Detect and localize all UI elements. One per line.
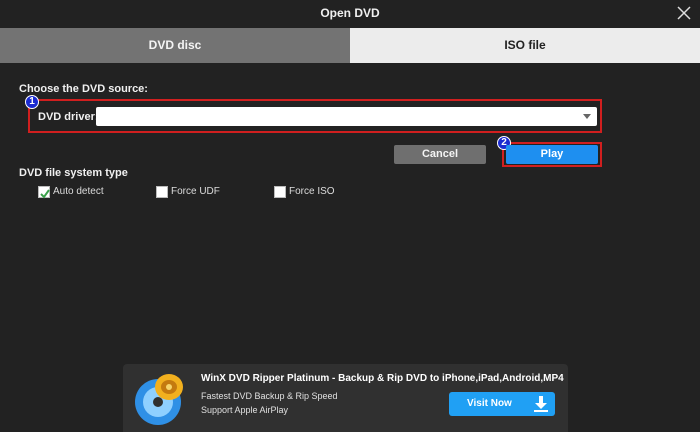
force-udf-checkbox[interactable] bbox=[156, 186, 168, 198]
cancel-button[interactable]: Cancel bbox=[394, 145, 486, 164]
promo-banner[interactable]: WinX DVD Ripper Platinum - Backup & Rip … bbox=[123, 364, 568, 432]
auto-detect-label: Auto detect bbox=[53, 186, 104, 197]
choose-source-heading: Choose the DVD source: bbox=[19, 83, 148, 95]
source-tabs: DVD disc ISO file bbox=[0, 28, 700, 63]
promo-title: WinX DVD Ripper Platinum - Backup & Rip … bbox=[201, 373, 564, 384]
force-iso-checkbox[interactable] bbox=[274, 186, 286, 198]
dvd-ripper-logo-icon bbox=[135, 374, 183, 425]
visit-now-label: Visit Now bbox=[467, 398, 512, 409]
step-1-badge: 1 bbox=[25, 95, 39, 109]
close-icon[interactable] bbox=[676, 5, 692, 21]
tab-iso-file[interactable]: ISO file bbox=[350, 28, 700, 63]
promo-line-2: Support Apple AirPlay bbox=[201, 405, 289, 415]
checkmark-icon bbox=[40, 189, 50, 199]
promo-line-1: Fastest DVD Backup & Rip Speed bbox=[201, 391, 338, 401]
download-icon bbox=[534, 396, 548, 412]
tab-dvd-disc[interactable]: DVD disc bbox=[0, 28, 350, 63]
force-iso-label: Force ISO bbox=[289, 186, 335, 197]
window-title: Open DVD bbox=[320, 6, 380, 20]
title-bar: Open DVD bbox=[0, 0, 700, 28]
play-button[interactable]: Play bbox=[506, 145, 598, 164]
auto-detect-checkbox[interactable] bbox=[38, 186, 50, 199]
chevron-down-icon[interactable] bbox=[583, 114, 591, 119]
dvd-driver-label: DVD driver: bbox=[38, 111, 99, 123]
dvd-driver-select[interactable] bbox=[96, 107, 597, 126]
file-system-heading: DVD file system type bbox=[19, 167, 128, 179]
force-udf-label: Force UDF bbox=[171, 186, 220, 197]
visit-now-button[interactable]: Visit Now bbox=[449, 392, 555, 416]
